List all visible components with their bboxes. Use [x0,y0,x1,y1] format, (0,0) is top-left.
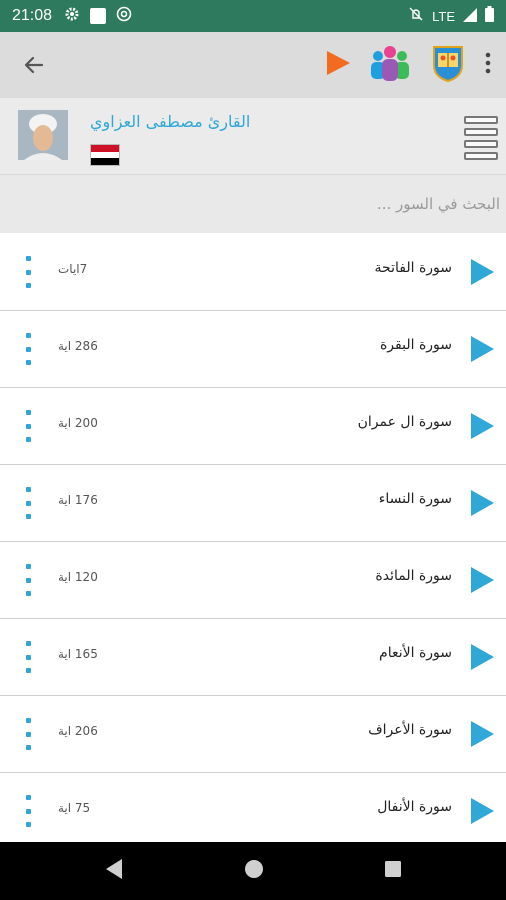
status-bar: 21:08 LTE [0,0,506,32]
iraq-flag-icon [90,144,120,166]
list-item[interactable]: سورة النساء 176 اية [0,465,506,542]
play-icon[interactable] [470,644,494,674]
list-item[interactable]: سورة الأعراف 206 اية [0,696,506,773]
more-options-icon[interactable] [24,333,32,365]
surah-name: سورة البقرة [379,337,452,353]
more-options-icon[interactable] [24,564,32,596]
search-input[interactable] [0,175,506,233]
battery-icon [485,6,494,26]
app-toolbar [0,32,506,98]
play-icon[interactable] [324,49,352,81]
nav-recents-icon[interactable] [384,860,402,882]
mute-icon [408,6,424,26]
at-sign-icon [116,6,132,26]
list-menu-icon[interactable] [464,116,498,160]
ayah-count: 75 اية [58,801,91,815]
surah-name: سورة ال عمران [357,414,452,430]
ayah-count: 120 اية [58,570,98,584]
ayah-count: 7ايات [58,262,88,276]
overflow-menu-icon[interactable] [484,52,492,78]
list-item[interactable]: سورة الأنعام 165 اية [0,619,506,696]
more-options-icon[interactable] [24,256,32,288]
reader-header: القارئ مصطفى العزاوي [0,98,506,175]
list-item[interactable]: سورة المائدة 120 اية [0,542,506,619]
list-item[interactable]: سورة الأنفال 75 اية [0,773,506,850]
people-icon[interactable] [368,44,412,86]
surah-list: سورة الفاتحة 7ايات سورة البقرة 286 اية س… [0,234,506,850]
play-icon[interactable] [470,721,494,751]
surah-name: سورة الأنعام [379,645,452,661]
gear-icon [64,6,80,26]
play-icon[interactable] [470,567,494,597]
system-nav-bar [0,842,506,900]
reader-name: القارئ مصطفى العزاوي [90,112,251,131]
search-bar [0,175,506,233]
ayah-count: 165 اية [58,647,98,661]
ayah-count: 176 اية [58,493,98,507]
play-icon[interactable] [470,336,494,366]
play-icon[interactable] [470,259,494,289]
play-icon[interactable] [470,798,494,828]
more-options-icon[interactable] [24,487,32,519]
surah-name: سورة الأنفال [377,799,452,815]
more-options-icon[interactable] [24,718,32,750]
ayah-count: 200 اية [58,416,98,430]
more-options-icon[interactable] [24,795,32,827]
surah-name: سورة الأعراف [368,722,452,738]
square-icon [90,8,107,24]
network-type: LTE [432,8,455,24]
surah-name: سورة المائدة [375,568,452,584]
nav-back-icon[interactable] [104,858,124,884]
nav-home-icon[interactable] [244,859,264,883]
reader-avatar [18,110,68,160]
signal-icon [463,7,477,26]
ayah-count: 286 اية [58,339,98,353]
surah-name: سورة النساء [378,491,452,507]
list-item[interactable]: سورة البقرة 286 اية [0,311,506,388]
play-icon[interactable] [470,490,494,520]
back-arrow-icon[interactable] [14,45,54,85]
list-item[interactable]: سورة ال عمران 200 اية [0,388,506,465]
ayah-count: 206 اية [58,724,98,738]
surah-name: سورة الفاتحة [374,260,452,276]
list-item[interactable]: سورة الفاتحة 7ايات [0,234,506,311]
more-options-icon[interactable] [24,641,32,673]
quran-book-icon[interactable] [428,43,468,87]
status-time: 21:08 [12,7,53,24]
play-icon[interactable] [470,413,494,443]
more-options-icon[interactable] [24,410,32,442]
